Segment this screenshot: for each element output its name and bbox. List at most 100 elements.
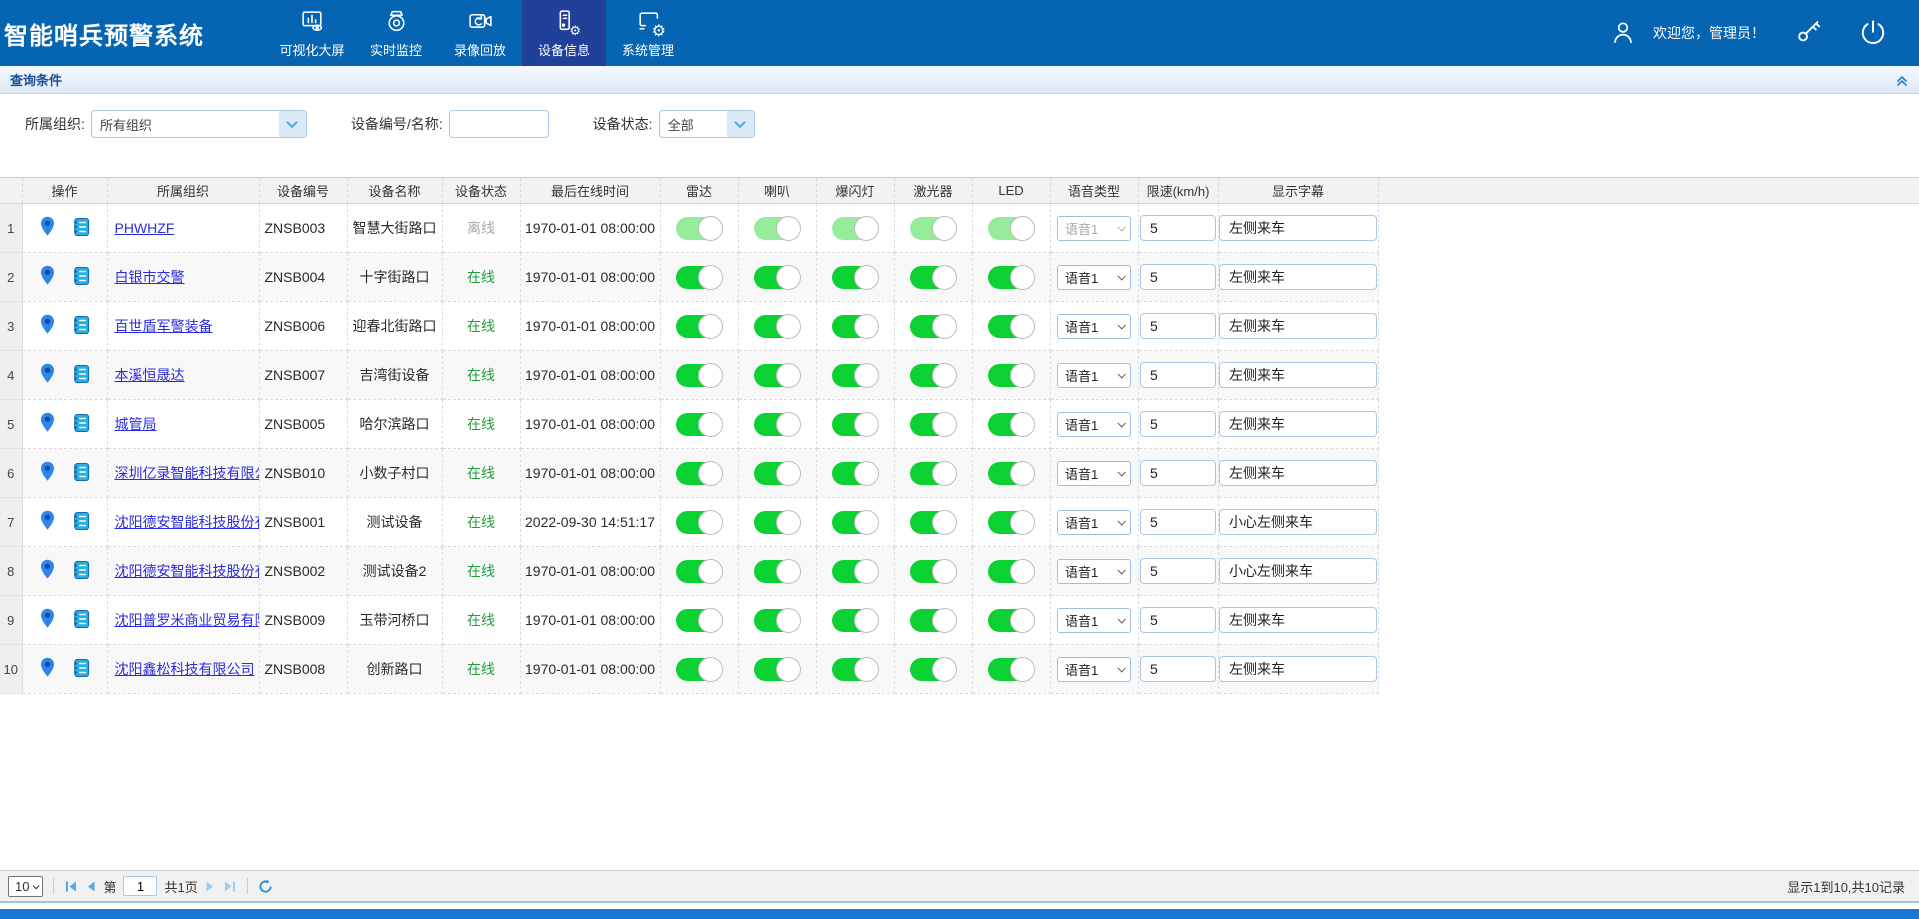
- voice-type-select[interactable]: 语音1: [1057, 559, 1131, 584]
- laser-toggle[interactable]: [910, 609, 956, 632]
- org-link[interactable]: 百世盾军警装备: [115, 318, 213, 334]
- radar-toggle[interactable]: [676, 217, 722, 240]
- location-pin-icon[interactable]: [39, 657, 56, 681]
- org-link[interactable]: 城管局: [115, 416, 157, 432]
- location-pin-icon[interactable]: [39, 461, 56, 485]
- strobe-toggle[interactable]: [832, 364, 878, 387]
- detail-list-icon[interactable]: [72, 364, 90, 387]
- laser-toggle[interactable]: [910, 560, 956, 583]
- strobe-toggle[interactable]: [832, 658, 878, 681]
- subtitle-input[interactable]: [1219, 215, 1377, 241]
- org-link[interactable]: PHWHZF: [115, 220, 175, 236]
- detail-list-icon[interactable]: [72, 217, 90, 240]
- radar-toggle[interactable]: [676, 658, 722, 681]
- led-toggle[interactable]: [988, 413, 1034, 436]
- detail-list-icon[interactable]: [72, 462, 90, 485]
- location-pin-icon[interactable]: [39, 216, 56, 240]
- detail-list-icon[interactable]: [72, 560, 90, 583]
- nav-item-video-playback[interactable]: 录像回放: [438, 0, 522, 66]
- org-link[interactable]: 沈阳普罗米商业贸易有限: [115, 612, 260, 628]
- speed-limit-input[interactable]: [1140, 558, 1216, 584]
- laser-toggle[interactable]: [910, 217, 956, 240]
- led-toggle[interactable]: [988, 658, 1034, 681]
- nav-item-device-info[interactable]: ⚙ 设备信息: [522, 0, 606, 66]
- led-toggle[interactable]: [988, 511, 1034, 534]
- org-link[interactable]: 白银市交警: [115, 269, 185, 285]
- horn-toggle[interactable]: [754, 364, 800, 387]
- led-toggle[interactable]: [988, 609, 1034, 632]
- speed-limit-input[interactable]: [1140, 215, 1216, 241]
- voice-type-select[interactable]: 语音1: [1057, 216, 1131, 241]
- voice-type-select[interactable]: 语音1: [1057, 608, 1131, 633]
- horn-toggle[interactable]: [754, 609, 800, 632]
- page-size-select[interactable]: 10: [8, 876, 43, 897]
- subtitle-input[interactable]: [1219, 509, 1377, 535]
- subtitle-input[interactable]: [1219, 362, 1377, 388]
- led-toggle[interactable]: [988, 217, 1034, 240]
- location-pin-icon[interactable]: [39, 265, 56, 289]
- horn-toggle[interactable]: [754, 560, 800, 583]
- org-link[interactable]: 沈阳德安智能科技股份有: [115, 563, 260, 579]
- speed-limit-input[interactable]: [1140, 607, 1216, 633]
- subtitle-input[interactable]: [1219, 411, 1377, 437]
- strobe-toggle[interactable]: [832, 413, 878, 436]
- org-link[interactable]: 沈阳德安智能科技股份有: [115, 514, 260, 530]
- led-toggle[interactable]: [988, 266, 1034, 289]
- horn-toggle[interactable]: [754, 462, 800, 485]
- speed-limit-input[interactable]: [1140, 656, 1216, 682]
- led-toggle[interactable]: [988, 560, 1034, 583]
- org-link[interactable]: 沈阳鑫松科技有限公司: [115, 661, 255, 677]
- horn-toggle[interactable]: [754, 266, 800, 289]
- refresh-icon[interactable]: [258, 879, 273, 894]
- device-code-input[interactable]: [449, 110, 549, 138]
- laser-toggle[interactable]: [910, 413, 956, 436]
- subtitle-input[interactable]: [1219, 656, 1377, 682]
- detail-list-icon[interactable]: [72, 658, 90, 681]
- location-pin-icon[interactable]: [39, 608, 56, 632]
- radar-toggle[interactable]: [676, 511, 722, 534]
- voice-type-select[interactable]: 语音1: [1057, 363, 1131, 388]
- voice-type-select[interactable]: 语音1: [1057, 412, 1131, 437]
- strobe-toggle[interactable]: [832, 315, 878, 338]
- subtitle-input[interactable]: [1219, 264, 1377, 290]
- nav-item-realtime-monitor[interactable]: 实时监控: [354, 0, 438, 66]
- radar-toggle[interactable]: [676, 462, 722, 485]
- led-toggle[interactable]: [988, 315, 1034, 338]
- speed-limit-input[interactable]: [1140, 460, 1216, 486]
- last-page-button[interactable]: [223, 880, 237, 893]
- led-toggle[interactable]: [988, 364, 1034, 387]
- horn-toggle[interactable]: [754, 217, 800, 240]
- led-toggle[interactable]: [988, 462, 1034, 485]
- org-link[interactable]: 深圳亿录智能科技有限公: [115, 465, 260, 481]
- status-select[interactable]: 全部: [659, 110, 755, 138]
- page-number-input[interactable]: [123, 876, 157, 896]
- laser-toggle[interactable]: [910, 511, 956, 534]
- voice-type-select[interactable]: 语音1: [1057, 314, 1131, 339]
- nav-item-system-manage[interactable]: ⚙ 系统管理: [606, 0, 690, 66]
- laser-toggle[interactable]: [910, 315, 956, 338]
- radar-toggle[interactable]: [676, 560, 722, 583]
- speed-limit-input[interactable]: [1140, 411, 1216, 437]
- laser-toggle[interactable]: [910, 364, 956, 387]
- strobe-toggle[interactable]: [832, 462, 878, 485]
- first-page-button[interactable]: [64, 880, 78, 893]
- strobe-toggle[interactable]: [832, 609, 878, 632]
- horn-toggle[interactable]: [754, 315, 800, 338]
- subtitle-input[interactable]: [1219, 313, 1377, 339]
- detail-list-icon[interactable]: [72, 413, 90, 436]
- horn-toggle[interactable]: [754, 413, 800, 436]
- prev-page-button[interactable]: [85, 880, 96, 893]
- detail-list-icon[interactable]: [72, 511, 90, 534]
- next-page-button[interactable]: [205, 880, 216, 893]
- horn-toggle[interactable]: [754, 658, 800, 681]
- voice-type-select[interactable]: 语音1: [1057, 461, 1131, 486]
- detail-list-icon[interactable]: [72, 315, 90, 338]
- location-pin-icon[interactable]: [39, 559, 56, 583]
- subtitle-input[interactable]: [1219, 607, 1377, 633]
- strobe-toggle[interactable]: [832, 217, 878, 240]
- org-link[interactable]: 本溪恒晟达: [115, 367, 185, 383]
- speed-limit-input[interactable]: [1140, 313, 1216, 339]
- voice-type-select[interactable]: 语音1: [1057, 265, 1131, 290]
- nav-item-visual-screen[interactable]: 可视化大屏: [270, 0, 354, 66]
- subtitle-input[interactable]: [1219, 558, 1377, 584]
